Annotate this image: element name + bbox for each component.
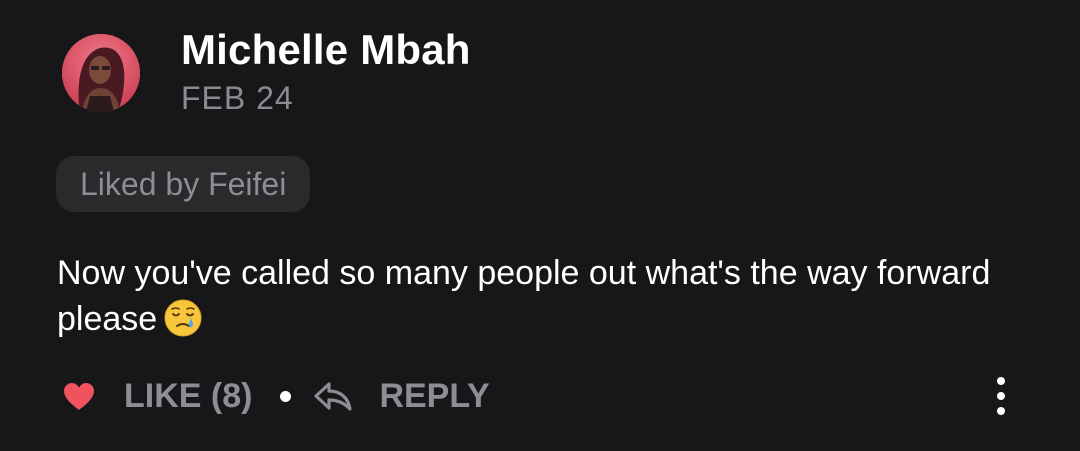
separator-dot (280, 390, 292, 402)
comment-body: Now you've called so many people out wha… (57, 250, 1047, 342)
reply-arrow-icon (314, 382, 353, 411)
like-count-label: LIKE (8) (124, 376, 253, 415)
liked-by-badge: Liked by Feifei (56, 156, 311, 212)
heart-icon (64, 383, 94, 410)
face-holding-back-tears-emoji-icon (164, 299, 202, 337)
avatar-image (62, 34, 140, 112)
reply-label: REPLY (379, 376, 490, 415)
comment-card: Michelle Mbah FEB 24 Liked by Feifei Now… (0, 0, 1080, 451)
reply-button[interactable]: REPLY (313, 376, 490, 416)
author-name[interactable]: Michelle Mbah (181, 26, 471, 74)
comment-date: FEB 24 (181, 80, 294, 116)
liked-by-label: Liked by Feifei (80, 165, 287, 202)
comment-actions: LIKE (8) REPLY (62, 372, 490, 420)
like-button[interactable]: LIKE (8) (62, 377, 252, 416)
vertical-ellipsis-icon[interactable] (986, 374, 1016, 418)
author-avatar[interactable] (62, 34, 140, 112)
